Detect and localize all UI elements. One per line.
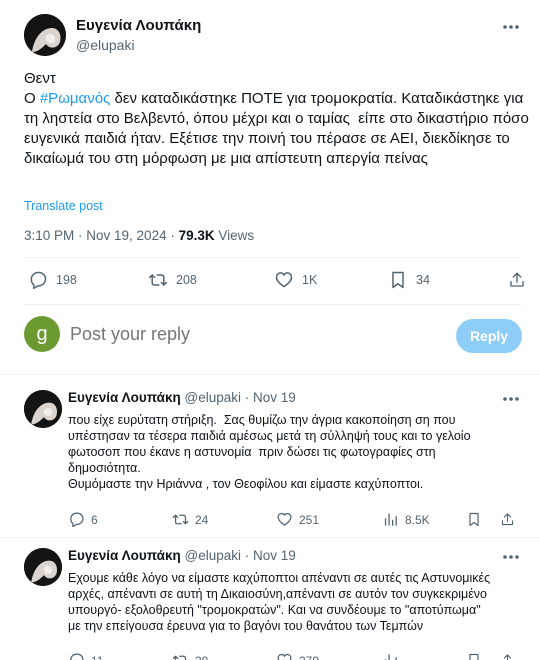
- repost-action[interactable]: 30: [172, 652, 208, 660]
- divider: [24, 304, 522, 305]
- tweet-timestamp[interactable]: 3:10 PM · Nov 19, 2024 ·: [24, 228, 179, 243]
- reply-post[interactable]: Ευγενία Λουπάκη @elupaki · Nov 19 που εί…: [24, 390, 524, 530]
- views-action[interactable]: [382, 652, 405, 660]
- share-action[interactable]: [508, 270, 526, 290]
- reply-icon: [70, 512, 84, 528]
- reply-count: 198: [56, 273, 77, 287]
- avatar[interactable]: [24, 548, 62, 586]
- views-label: Views: [214, 228, 255, 243]
- reply-button[interactable]: Reply: [456, 319, 522, 353]
- avatar[interactable]: [24, 390, 62, 428]
- tweet-actions: 198 208 1K 34: [24, 270, 524, 294]
- views-action[interactable]: 8.5K: [382, 511, 430, 528]
- reply-count: 11: [91, 654, 103, 660]
- reply-icon: [70, 653, 84, 660]
- avatar[interactable]: [24, 14, 66, 56]
- view-count: 79.3K: [178, 228, 215, 243]
- repost-action[interactable]: 208: [148, 270, 197, 290]
- repost-icon: [148, 274, 168, 286]
- avatar-photo-icon: [24, 548, 62, 586]
- repost-count: 30: [195, 654, 208, 660]
- reply-action[interactable]: 6: [68, 511, 98, 528]
- tweet-line-2: Ο #Ρωμανός δεν καταδικάστηκε ΠΟΤΕ για τρ…: [24, 89, 529, 169]
- reply-header: Ευγενία Λουπάκη @elupaki · Nov 19: [68, 548, 296, 563]
- like-action[interactable]: 1K: [274, 270, 317, 290]
- repost-count: 24: [195, 512, 209, 527]
- tweet-meta: 3:10 PM · Nov 19, 2024 · 79.3K Views: [24, 228, 254, 243]
- ellipsis-icon: [503, 25, 519, 29]
- share-icon: [501, 513, 514, 526]
- author-handle-date[interactable]: @elupaki · Nov 19: [181, 548, 295, 563]
- reply-icon: [30, 271, 47, 290]
- view-count: 8.5K: [405, 512, 430, 527]
- author-name[interactable]: Ευγενία Λουπάκη: [68, 390, 181, 405]
- repost-count: 208: [176, 273, 197, 287]
- repost-action[interactable]: 24: [172, 511, 208, 528]
- avatar-photo-icon: [24, 390, 62, 428]
- ellipsis-icon: [503, 397, 519, 401]
- tweet-header: Ευγενία Λουπάκη @elupaki: [24, 14, 524, 58]
- reply-actions: 6 24 251 8.5K: [68, 511, 518, 531]
- tweet-text-prefix: Ο: [24, 90, 40, 107]
- reply-header: Ευγενία Λουπάκη @elupaki · Nov 19: [68, 390, 296, 405]
- reply-text: που είχε ευρύτατη στήριξη. Σας θυμίζω τη…: [68, 413, 471, 491]
- bookmark-action[interactable]: 34: [388, 270, 430, 290]
- more-options-button[interactable]: [498, 14, 524, 40]
- more-options-button[interactable]: [498, 544, 524, 570]
- bookmark-icon: [469, 653, 479, 660]
- like-count: 1K: [302, 273, 318, 287]
- reply-post[interactable]: Ευγενία Λουπάκη @elupaki · Nov 19 Εχουμε…: [24, 548, 524, 660]
- bookmark-icon: [469, 512, 479, 527]
- author-handle[interactable]: @elupaki: [76, 37, 135, 53]
- hashtag-link[interactable]: #Ρωμανός: [40, 90, 110, 107]
- heart-icon: [275, 272, 293, 288]
- avatar-photo-icon: [24, 14, 66, 56]
- reply-count: 6: [91, 512, 98, 527]
- reply-actions: 11 30 279: [68, 652, 518, 660]
- divider: [24, 257, 522, 258]
- heart-icon: [277, 512, 292, 526]
- translate-post-link[interactable]: Translate post: [24, 199, 103, 213]
- heart-icon: [277, 653, 292, 660]
- reply-composer: g Reply: [24, 314, 522, 356]
- user-avatar[interactable]: g: [24, 316, 60, 352]
- share-icon: [510, 272, 524, 287]
- reply-text: Εχουμε κάθε λόγο να είμαστε καχύποπτοι α…: [68, 571, 491, 633]
- share-action[interactable]: [500, 511, 515, 528]
- author-name[interactable]: Ευγενία Λουπάκη: [76, 17, 201, 34]
- repost-icon: [172, 655, 187, 660]
- more-options-button[interactable]: [498, 386, 524, 412]
- divider: [0, 374, 540, 375]
- divider: [0, 537, 540, 538]
- bookmark-count: 34: [416, 273, 430, 287]
- analytics-icon: [384, 654, 397, 660]
- share-icon: [503, 654, 512, 660]
- bookmark-action[interactable]: [466, 652, 482, 660]
- like-action[interactable]: 279: [276, 652, 319, 660]
- bookmark-icon: [392, 271, 404, 289]
- like-count: 251: [299, 512, 320, 527]
- bookmark-action[interactable]: [466, 511, 482, 528]
- ellipsis-icon: [503, 555, 519, 559]
- author-name[interactable]: Ευγενία Λουπάκη: [68, 548, 181, 563]
- author-handle-date[interactable]: @elupaki · Nov 19: [181, 390, 295, 405]
- repost-icon: [172, 514, 189, 525]
- tweet-line-1: Θεντ: [24, 70, 56, 87]
- share-action[interactable]: [500, 652, 515, 660]
- like-count: 279: [299, 654, 319, 660]
- like-action[interactable]: 251: [276, 511, 319, 528]
- analytics-icon: [384, 513, 397, 526]
- reply-input[interactable]: [70, 324, 450, 345]
- reply-action[interactable]: 198: [28, 270, 77, 290]
- reply-action[interactable]: 11: [68, 652, 103, 660]
- tweet-text: Θεντ Ο #Ρωμανός δεν καταδικάστηκε ΠΟΤΕ γ…: [24, 69, 529, 169]
